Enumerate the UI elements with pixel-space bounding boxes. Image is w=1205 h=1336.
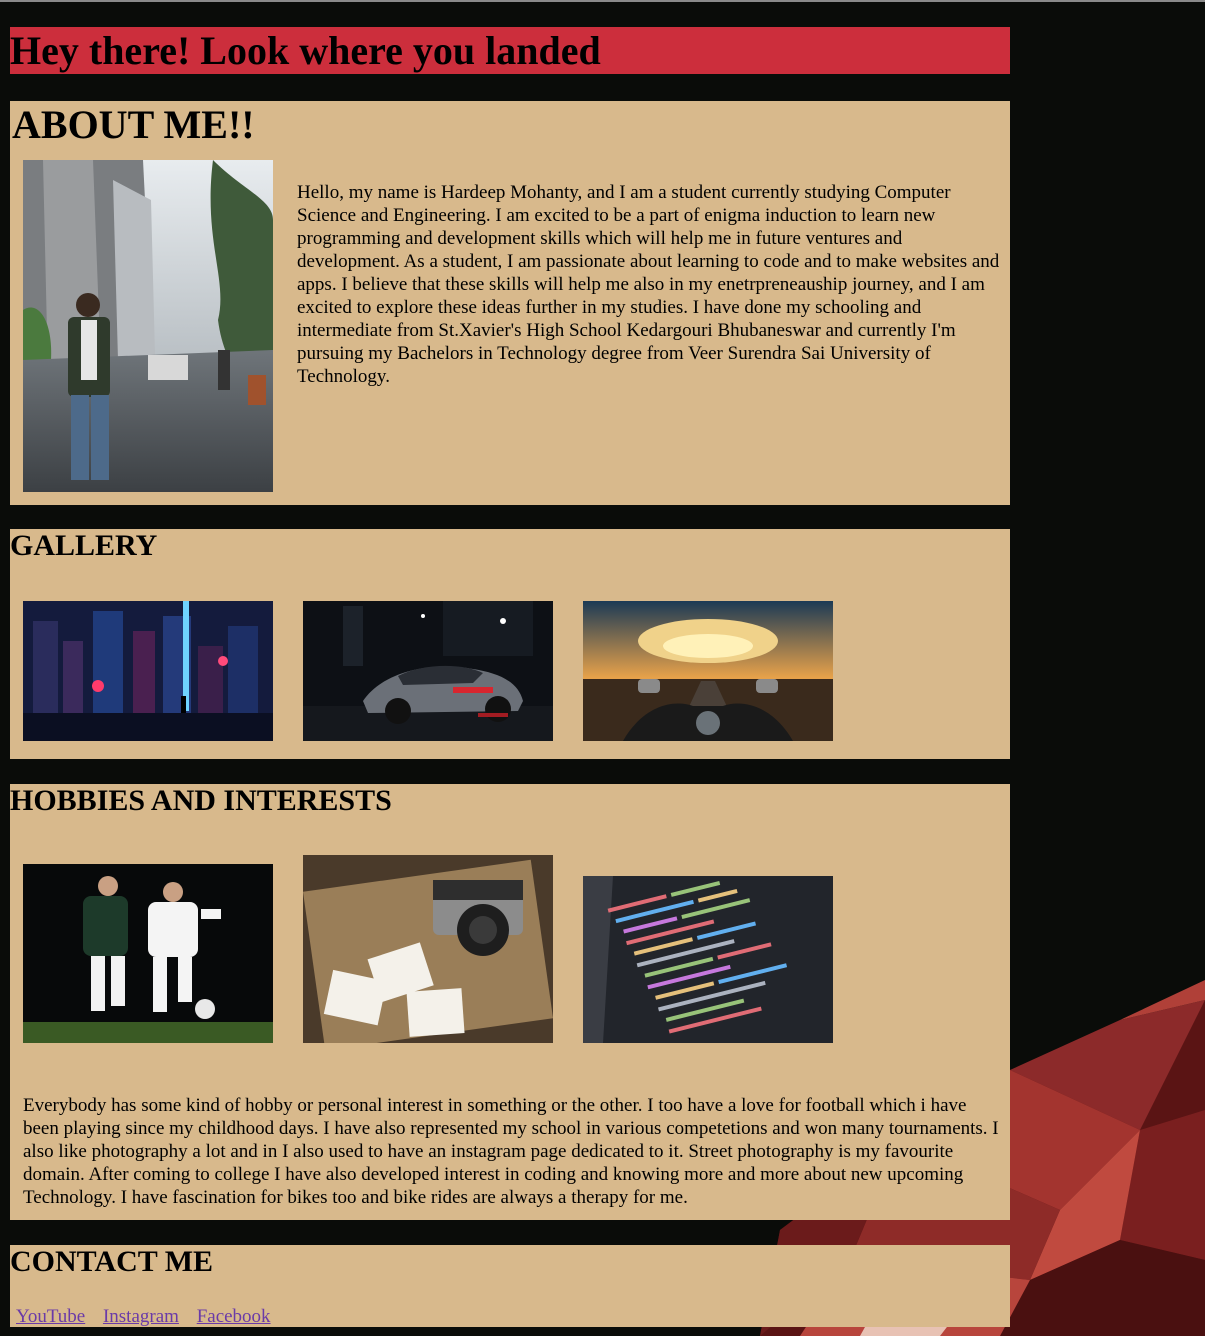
profile-photo <box>23 160 273 492</box>
code-screen-image <box>583 876 833 1043</box>
youtube-link[interactable]: YouTube <box>16 1306 85 1327</box>
gallery-heading: GALLERY <box>10 529 158 562</box>
site-header: Hey there! Look where you landed <box>10 27 1010 74</box>
sports-car-night-image <box>303 601 553 741</box>
facebook-link[interactable]: Facebook <box>197 1306 271 1327</box>
cyberpunk-city-image <box>23 601 273 741</box>
gallery-section: GALLERY <box>10 529 1010 759</box>
hobbies-heading: HOBBIES AND INTERESTS <box>10 784 392 817</box>
about-section: ABOUT ME!! Hello, my name is Hardeep Moh… <box>10 101 1010 505</box>
social-links: YouTube Instagram Facebook <box>16 1305 284 1329</box>
motorbike-sunset-ride-image <box>583 601 833 741</box>
about-text: Hello, my name is Hardeep Mohanty, and I… <box>297 182 1000 387</box>
page-title: Hey there! Look where you landed <box>10 28 601 73</box>
camera-photos-map-image <box>303 855 553 1043</box>
contact-heading: CONTACT ME <box>10 1245 214 1278</box>
contact-section: CONTACT ME YouTube Instagram Facebook <box>10 1245 1010 1327</box>
instagram-link[interactable]: Instagram <box>103 1306 179 1327</box>
football-players-image <box>23 864 273 1043</box>
window-top-edge <box>0 0 1205 2</box>
about-heading: ABOUT ME!! <box>12 102 255 147</box>
hobbies-section: HOBBIES AND INTERESTS Everybody has some… <box>10 784 1010 1220</box>
hobbies-text: Everybody has some kind of hobby or pers… <box>23 1095 999 1208</box>
